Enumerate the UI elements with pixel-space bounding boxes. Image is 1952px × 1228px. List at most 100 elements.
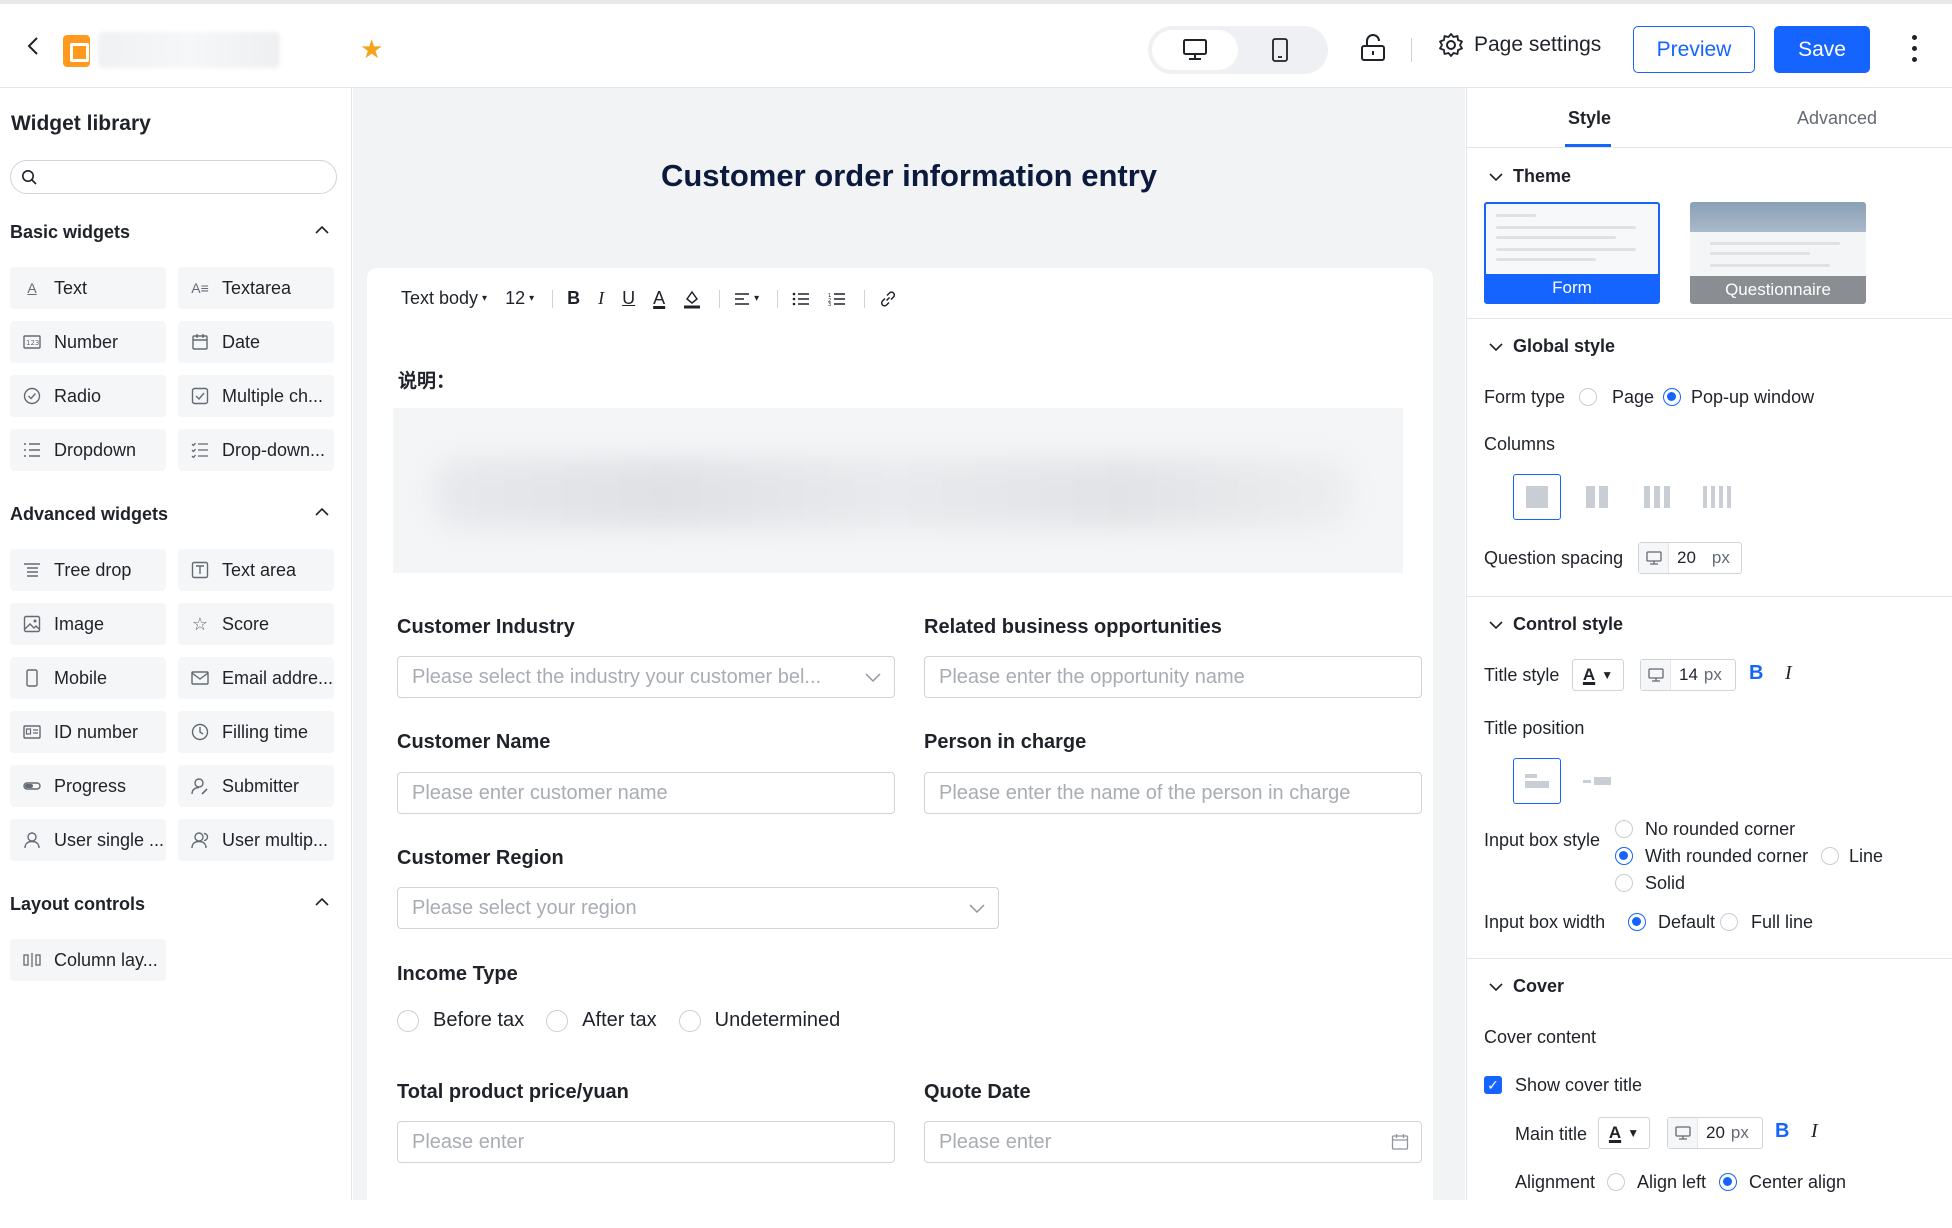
back-icon[interactable] bbox=[22, 34, 46, 58]
theme-section-header[interactable]: Theme bbox=[1489, 166, 1571, 187]
widget-image[interactable]: Image bbox=[10, 603, 166, 645]
columns-3-option[interactable] bbox=[1633, 474, 1681, 520]
underline-icon[interactable]: U bbox=[622, 288, 635, 309]
align-center-radio[interactable] bbox=[1719, 1173, 1737, 1191]
desktop-view-button[interactable] bbox=[1152, 30, 1238, 70]
page-settings-button[interactable]: Page settings bbox=[1438, 32, 1601, 58]
lock-icon[interactable] bbox=[1360, 34, 1386, 67]
widget-tree-drop[interactable]: Tree drop bbox=[10, 549, 166, 591]
box-style-no-rounded-radio[interactable] bbox=[1615, 820, 1633, 838]
person-in-charge-input[interactable]: Please enter the name of the person in c… bbox=[924, 772, 1422, 814]
income-option-before-tax[interactable]: Before tax bbox=[397, 1009, 524, 1032]
preview-button[interactable]: Preview bbox=[1633, 26, 1755, 73]
widget-multi-dropdown[interactable]: Drop-down... bbox=[178, 429, 334, 471]
widget-label: Date bbox=[222, 331, 261, 352]
title-color-select[interactable]: A ▼ bbox=[1572, 659, 1624, 691]
bullet-list-icon[interactable] bbox=[792, 292, 810, 306]
industry-select[interactable]: Please select the industry your customer… bbox=[397, 656, 895, 698]
control-style-section-header[interactable]: Control style bbox=[1489, 614, 1623, 635]
widget-label: Multiple ch... bbox=[222, 385, 324, 406]
layout-controls-header[interactable]: Layout controls bbox=[10, 894, 330, 915]
income-option-after-tax[interactable]: After tax bbox=[546, 1009, 657, 1032]
opportunity-input[interactable]: Please enter the opportunity name bbox=[924, 656, 1422, 698]
widget-radio[interactable]: Radio bbox=[10, 375, 166, 417]
highlight-icon[interactable] bbox=[683, 289, 701, 309]
widget-user-multiple[interactable]: User multip... bbox=[178, 819, 334, 861]
main-title-bold-toggle[interactable]: B bbox=[1775, 1120, 1789, 1143]
chevron-up-icon[interactable] bbox=[314, 504, 330, 520]
chevron-up-icon[interactable] bbox=[314, 222, 330, 238]
widget-text-area[interactable]: Text area bbox=[178, 549, 334, 591]
widget-label: Text bbox=[54, 277, 88, 298]
quote-date-input[interactable]: Please enter bbox=[924, 1121, 1422, 1163]
search-input[interactable] bbox=[10, 160, 337, 194]
widget-date[interactable]: Date bbox=[178, 321, 334, 363]
more-options-icon[interactable] bbox=[1906, 32, 1922, 68]
widget-dropdown[interactable]: Dropdown bbox=[10, 429, 166, 471]
mobile-view-button[interactable] bbox=[1238, 30, 1324, 70]
widget-email[interactable]: Email addre... bbox=[178, 657, 334, 699]
widget-text[interactable]: A Text bbox=[10, 267, 166, 309]
total-price-input[interactable]: Please enter bbox=[397, 1121, 895, 1163]
advanced-widgets-header[interactable]: Advanced widgets bbox=[10, 504, 330, 525]
widget-number[interactable]: 123 Number bbox=[10, 321, 166, 363]
title-italic-toggle[interactable]: I bbox=[1785, 662, 1792, 685]
main-title-color-select[interactable]: A ▼ bbox=[1598, 1117, 1650, 1149]
main-title-size-input[interactable]: 20 px bbox=[1667, 1117, 1763, 1149]
box-style-solid-radio[interactable] bbox=[1615, 874, 1633, 892]
theme-form-option[interactable]: Form bbox=[1484, 202, 1660, 304]
columns-2-option[interactable] bbox=[1573, 474, 1621, 520]
widget-mobile[interactable]: Mobile bbox=[10, 657, 166, 699]
save-button[interactable]: Save bbox=[1774, 26, 1870, 73]
basic-widgets-header[interactable]: Basic widgets bbox=[10, 222, 330, 243]
theme-questionnaire-option[interactable]: Questionnaire bbox=[1690, 202, 1866, 304]
text-style-select[interactable]: Text body ▾ bbox=[401, 288, 487, 309]
favorite-star-icon[interactable]: ★ bbox=[360, 34, 383, 65]
align-left-radio[interactable] bbox=[1607, 1173, 1625, 1191]
box-style-rounded-radio[interactable] bbox=[1615, 847, 1633, 865]
global-style-section-header[interactable]: Global style bbox=[1489, 336, 1615, 357]
box-width-default-radio[interactable] bbox=[1628, 913, 1646, 931]
columns-4-option[interactable] bbox=[1693, 474, 1741, 520]
bold-icon[interactable]: B bbox=[567, 288, 580, 309]
calendar-icon[interactable] bbox=[1391, 1133, 1409, 1151]
widget-filling-time[interactable]: Filling time bbox=[178, 711, 334, 753]
form-type-page-radio[interactable] bbox=[1579, 388, 1597, 406]
widget-user-single[interactable]: User single ... bbox=[10, 819, 166, 861]
widget-progress[interactable]: Progress bbox=[10, 765, 166, 807]
title-size-input[interactable]: 14 px bbox=[1640, 659, 1736, 691]
box-style-line-radio[interactable] bbox=[1821, 847, 1839, 865]
widget-submitter[interactable]: Submitter bbox=[178, 765, 334, 807]
title-bold-toggle[interactable]: B bbox=[1749, 662, 1763, 685]
form-title[interactable]: Customer order information entry bbox=[353, 158, 1465, 194]
cover-section-header[interactable]: Cover bbox=[1489, 976, 1564, 997]
italic-icon[interactable]: I bbox=[598, 288, 604, 309]
description-content[interactable] bbox=[393, 408, 1403, 573]
tab-advanced[interactable]: Advanced bbox=[1797, 108, 1877, 129]
font-size-select[interactable]: 12 ▾ bbox=[505, 288, 534, 309]
region-select[interactable]: Please select your region bbox=[397, 887, 999, 929]
main-title-italic-toggle[interactable]: I bbox=[1811, 1120, 1818, 1143]
widget-score[interactable]: ☆ Score bbox=[178, 603, 334, 645]
question-spacing-input[interactable]: 20 px bbox=[1638, 542, 1742, 574]
title-position-top-option[interactable] bbox=[1513, 758, 1561, 804]
income-option-undetermined[interactable]: Undetermined bbox=[678, 1009, 840, 1032]
font-color-icon[interactable]: A bbox=[653, 288, 665, 309]
box-width-full-radio[interactable] bbox=[1720, 913, 1738, 931]
theme-preview-line bbox=[1496, 226, 1636, 229]
widget-id-number[interactable]: ID number bbox=[10, 711, 166, 753]
show-cover-title-checkbox[interactable]: ✓ bbox=[1484, 1076, 1502, 1094]
link-icon[interactable] bbox=[879, 290, 897, 308]
chevron-up-icon[interactable] bbox=[314, 894, 330, 910]
widget-textarea[interactable]: A≡ Textarea bbox=[178, 267, 334, 309]
tab-style[interactable]: Style bbox=[1568, 108, 1611, 129]
align-icon[interactable]: ▾ bbox=[734, 292, 759, 306]
customer-name-input[interactable]: Please enter customer name bbox=[397, 772, 895, 814]
widget-label: Progress bbox=[54, 775, 127, 796]
widget-multiple-choice[interactable]: Multiple ch... bbox=[178, 375, 334, 417]
columns-1-option[interactable] bbox=[1513, 474, 1561, 520]
numbered-list-icon[interactable]: 123 bbox=[828, 292, 846, 306]
title-position-left-option[interactable] bbox=[1573, 758, 1621, 804]
widget-column-layout[interactable]: Column lay... bbox=[10, 939, 166, 981]
form-type-popup-radio[interactable] bbox=[1663, 388, 1681, 406]
